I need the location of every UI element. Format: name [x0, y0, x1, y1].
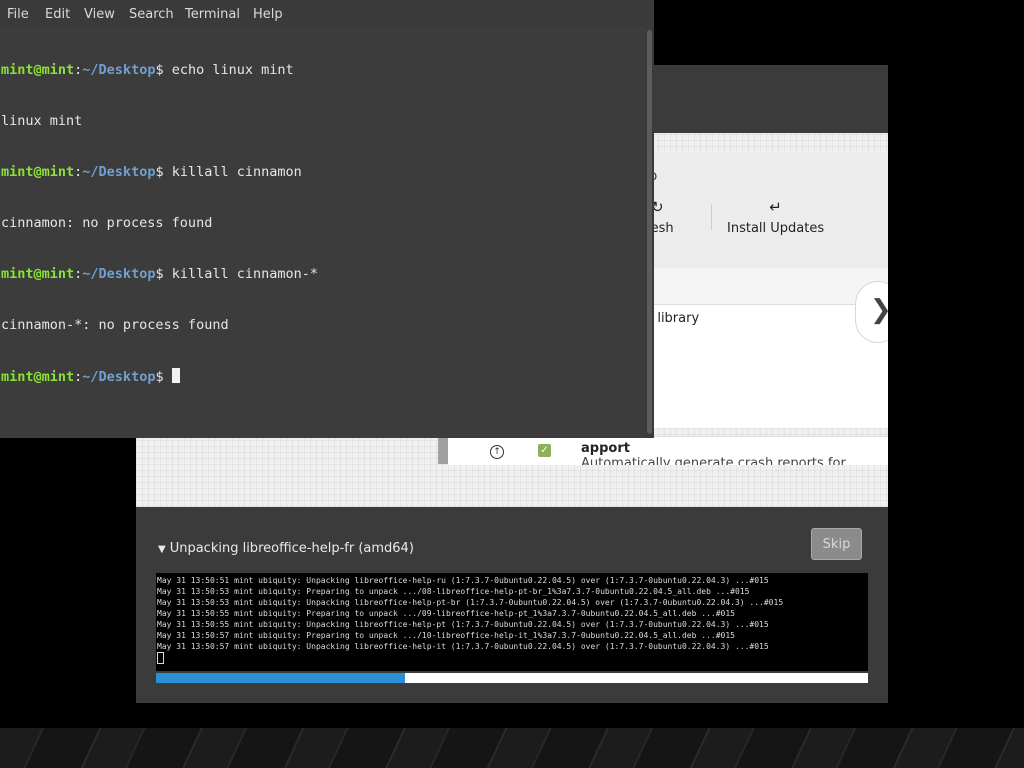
command-text: echo linux mint [163, 62, 294, 78]
terminal-command-line: mint@mint:~/Desktop$ killall cinnamon-* [1, 266, 319, 282]
terminal-command-line: mint@mint:~/Desktop$ echo linux mint [1, 62, 294, 78]
install-updates-label: Install Updates [727, 221, 825, 236]
terminal-command-line: mint@mint:~/Desktop$ [1, 368, 646, 385]
menu-file[interactable]: File [7, 7, 29, 22]
log-line: May 31 13:50:57 mint ubiquity: Unpacking… [157, 642, 769, 651]
terminal-scrollbar-thumb[interactable] [647, 30, 652, 434]
prompt-user: mint@mint [1, 369, 75, 385]
install-progress-fill [156, 673, 406, 683]
prompt-path: ~/Desktop [82, 369, 156, 385]
prompt-symbol: $ [155, 369, 164, 385]
log-line: May 31 13:50:57 mint ubiquity: Preparing… [157, 631, 735, 640]
menu-help[interactable]: Help [253, 7, 283, 22]
terminal-cursor [171, 368, 180, 383]
desktop-wallpaper [0, 728, 1024, 768]
terminal-output[interactable]: mint@mint:~/Desktop$ echo linux mint lin… [0, 28, 646, 438]
command-text: killall cinnamon [163, 164, 302, 180]
menu-view[interactable]: View [84, 7, 115, 22]
prompt-user: mint@mint [1, 266, 75, 282]
window-shadow [438, 436, 448, 464]
prompt-symbol: $ [155, 62, 164, 78]
upgrade-arrow-icon: ↑ [490, 445, 504, 459]
prompt-path: ~/Desktop [82, 266, 156, 282]
log-line: May 31 13:50:53 mint ubiquity: Unpacking… [157, 598, 784, 607]
terminal-command-line: mint@mint:~/Desktop$ killall cinnamon [1, 164, 302, 180]
log-line: May 31 13:50:51 mint ubiquity: Unpacking… [157, 576, 769, 585]
terminal-output-line: cinnamon: no process found [1, 215, 213, 231]
menu-edit[interactable]: Edit [45, 7, 70, 22]
menu-terminal[interactable]: Terminal [185, 7, 240, 22]
slideshow-next-button[interactable]: ❯ [855, 281, 888, 343]
terminal-output-line: cinnamon-*: no process found [1, 317, 229, 333]
command-text: killall cinnamon-* [163, 266, 319, 282]
log-line: May 31 13:50:53 mint ubiquity: Preparing… [157, 587, 750, 596]
install-progress-bar [156, 673, 868, 683]
prompt-user: mint@mint [1, 62, 75, 78]
command-text [164, 369, 172, 385]
log-line: May 31 13:50:55 mint ubiquity: Unpacking… [157, 620, 769, 629]
install-log: May 31 13:50:51 mint ubiquity: Unpacking… [156, 573, 868, 671]
terminal-menubar: File Edit View Search Terminal Help [0, 0, 654, 28]
prompt-symbol: $ [155, 164, 164, 180]
prompt-path: ~/Desktop [82, 62, 156, 78]
install-status-label: Unpacking libreoffice-help-fr (amd64) [169, 541, 414, 556]
terminal-output-line: linux mint [1, 113, 83, 129]
menu-search[interactable]: Search [129, 7, 174, 22]
install-icon: ↵ [769, 198, 782, 216]
prompt-path: ~/Desktop [82, 164, 156, 180]
checkbox-checked-icon: ✓ [538, 444, 551, 457]
terminal-window[interactable]: File Edit View Search Terminal Help mint… [0, 0, 654, 438]
prompt-symbol: $ [155, 266, 164, 282]
package-name: apport [581, 441, 630, 456]
log-cursor-line [157, 652, 868, 664]
toolbar-separator [711, 204, 712, 230]
expander-triangle-icon: ▼ [158, 544, 166, 555]
package-description: Automatically generate crash reports for… [581, 456, 846, 465]
update-row-apport: ↑ ✓ apport Automatically generate crash … [448, 436, 888, 465]
log-cursor [157, 652, 164, 664]
prompt-user: mint@mint [1, 164, 75, 180]
log-line: May 31 13:50:55 mint ubiquity: Preparing… [157, 609, 735, 618]
install-status[interactable]: ▼ Unpacking libreoffice-help-fr (amd64) [158, 541, 414, 556]
skip-button[interactable]: Skip [811, 528, 862, 560]
install-updates-button: ↵ Install Updates [727, 199, 824, 236]
